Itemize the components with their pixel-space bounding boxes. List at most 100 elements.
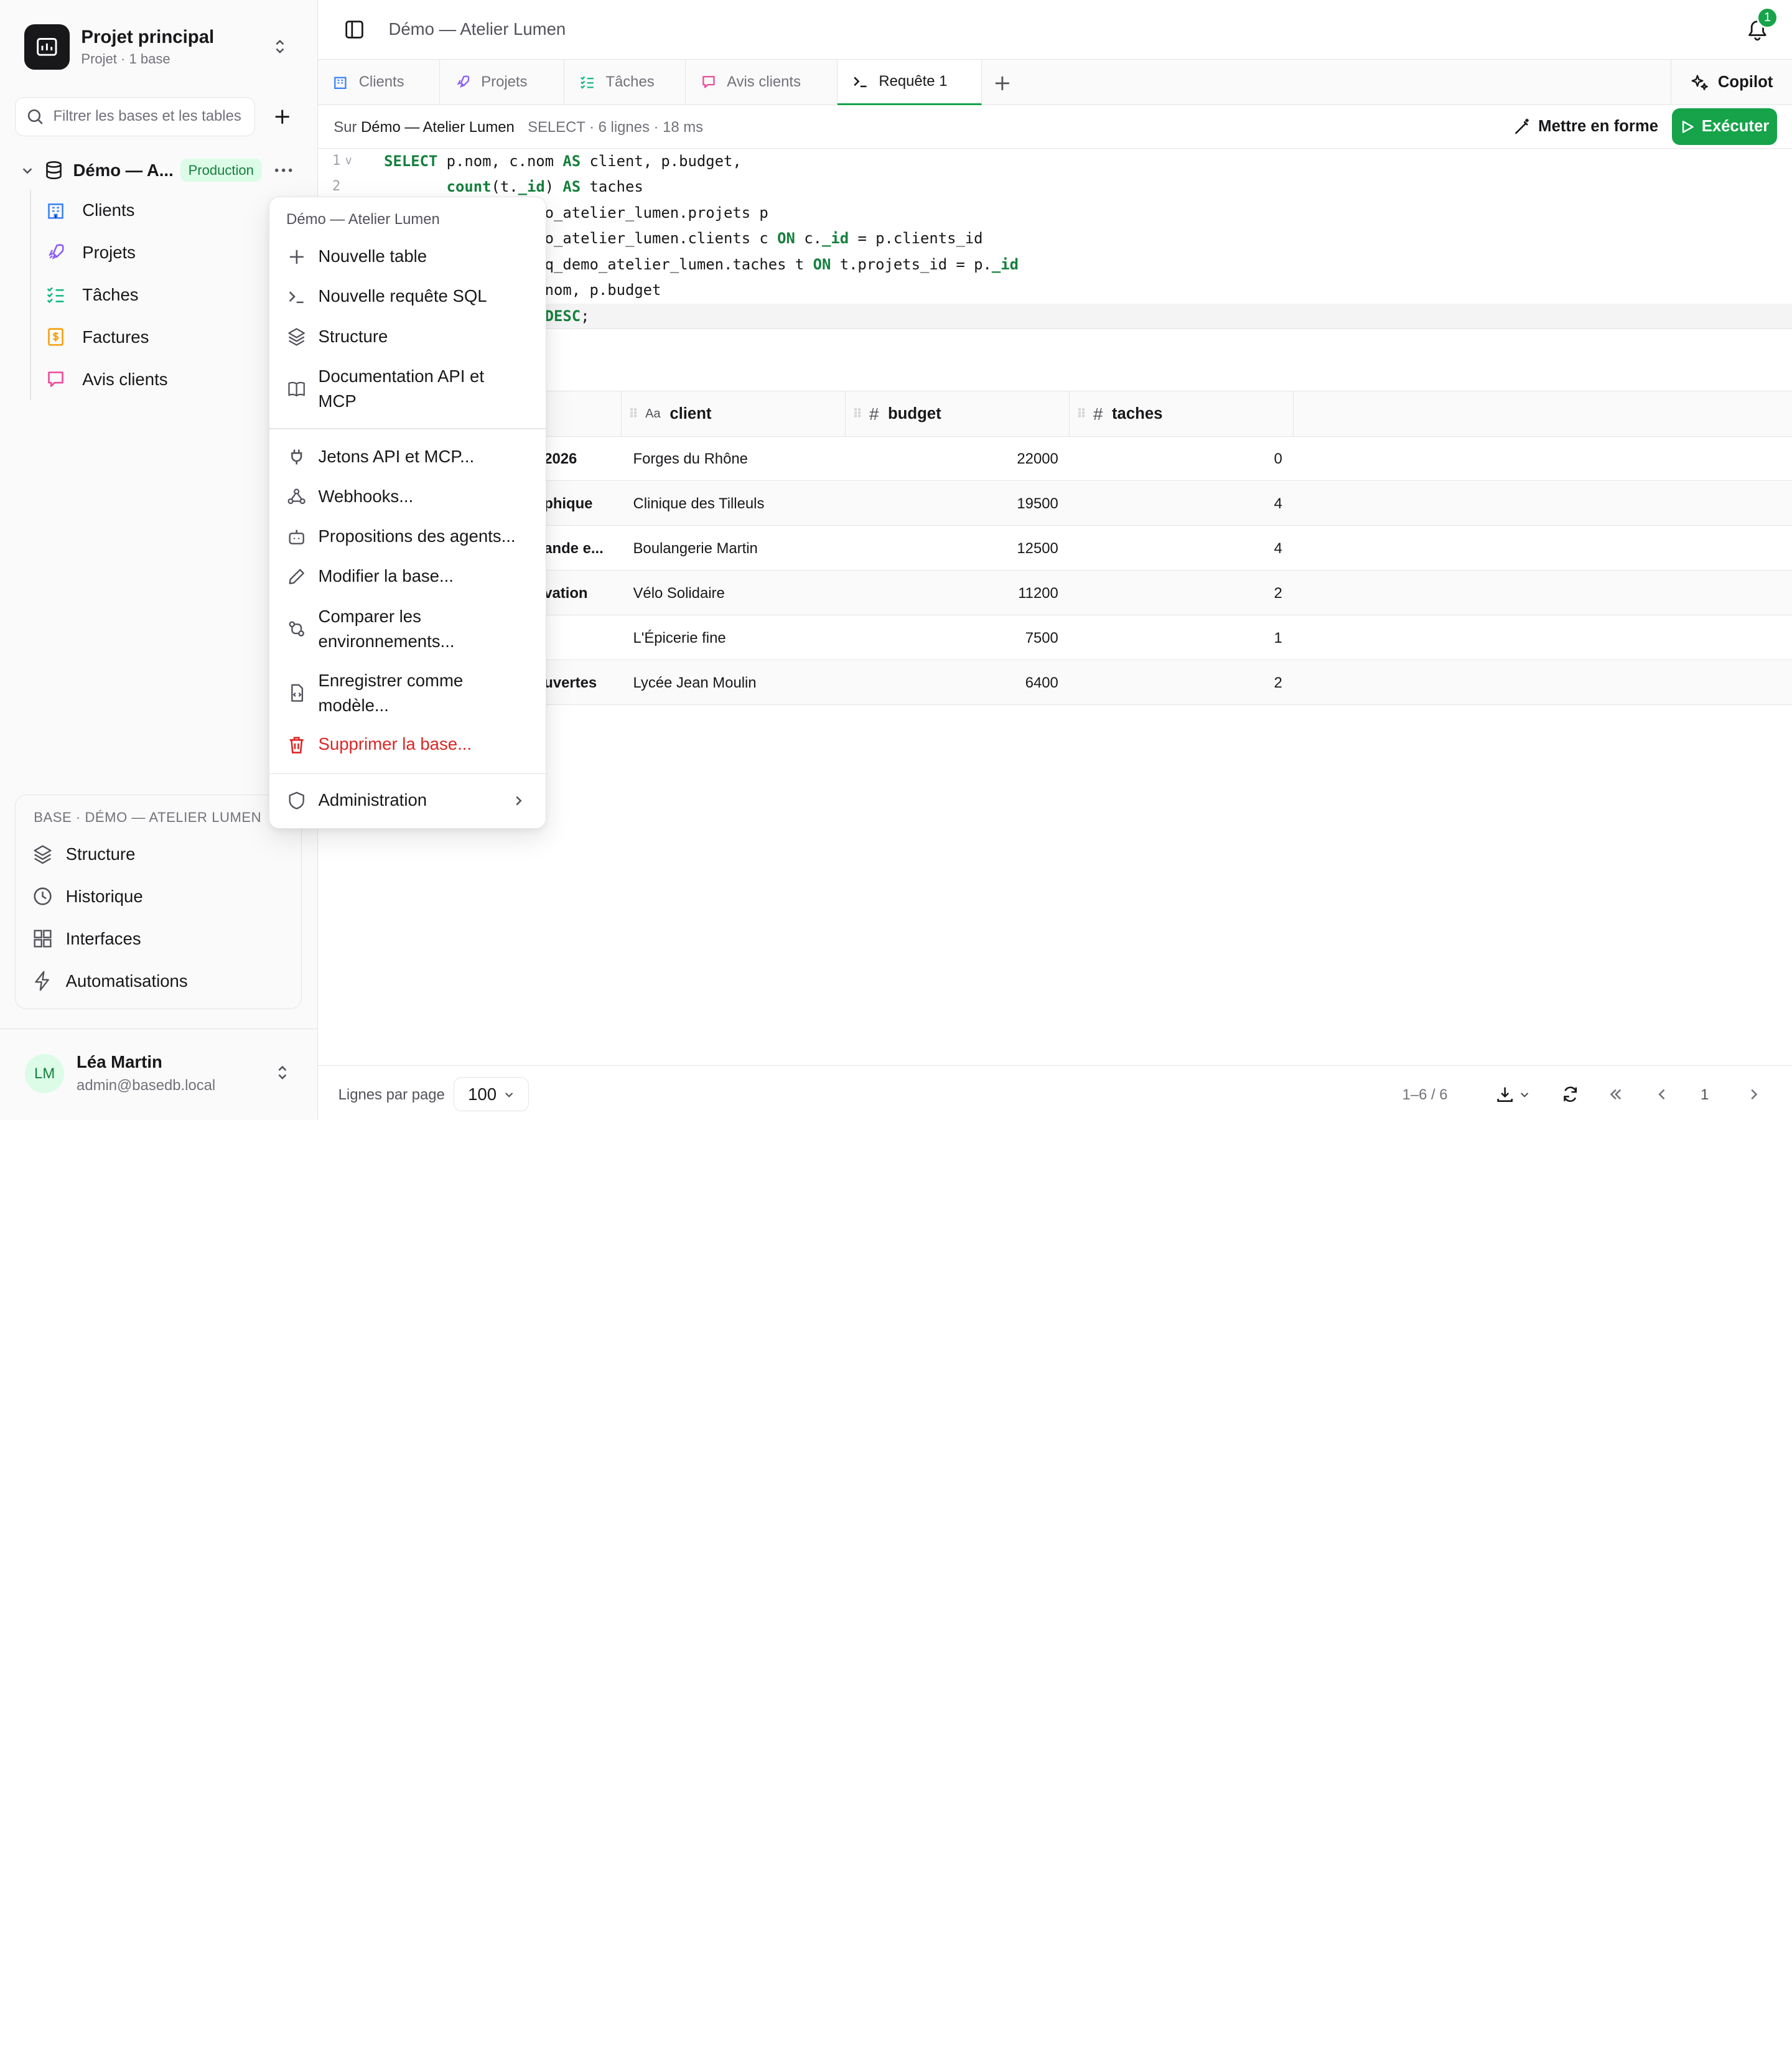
download-icon bbox=[1497, 1087, 1513, 1103]
sidebar-item-factures[interactable]: Factures bbox=[44, 319, 261, 355]
menu-item-label: Supprimer la base... bbox=[318, 734, 472, 754]
plus-icon bbox=[995, 77, 1009, 91]
cell-taches[interactable]: 2 bbox=[1070, 661, 1282, 706]
chevron-down-icon bbox=[503, 1089, 515, 1100]
plus-icon bbox=[275, 110, 289, 124]
menu-item-jetons[interactable]: Jetons API et MCP... bbox=[285, 444, 536, 469]
cell-client[interactable]: Forges du Rhône bbox=[633, 437, 839, 482]
menu-item-documentation[interactable]: Documentation API et MCP bbox=[285, 364, 536, 414]
column-header-budget[interactable]: ⠿ # budget bbox=[846, 391, 1070, 437]
base-item-structure[interactable]: Structure bbox=[32, 836, 135, 873]
column-header-client[interactable]: ⠿ Aa client bbox=[622, 391, 846, 437]
refresh-button[interactable] bbox=[1557, 1081, 1584, 1108]
message-icon bbox=[699, 74, 717, 90]
chevron-down-icon bbox=[1521, 1092, 1529, 1098]
building-icon bbox=[332, 74, 350, 90]
menu-item-structure[interactable]: Structure bbox=[285, 324, 536, 349]
sidebar-item-label: Projets bbox=[82, 242, 136, 262]
sidebar-item-avis-clients[interactable]: Avis clients bbox=[44, 361, 261, 398]
menu-item-nouvelle-requete[interactable]: Nouvelle requête SQL bbox=[285, 284, 536, 309]
cell-taches[interactable]: 4 bbox=[1070, 482, 1282, 526]
chevron-down-icon[interactable] bbox=[16, 164, 39, 177]
add-database-button[interactable] bbox=[268, 101, 297, 131]
cell-client[interactable]: L'Épicerie fine bbox=[633, 616, 839, 661]
base-item-historique[interactable]: Historique bbox=[32, 879, 143, 915]
toggle-sidebar-button[interactable] bbox=[340, 16, 368, 44]
drag-handle-icon[interactable]: ⠿ bbox=[628, 406, 638, 422]
building-icon bbox=[44, 200, 68, 220]
cell-client[interactable]: Lycée Jean Moulin bbox=[633, 661, 839, 706]
base-item-automatisations[interactable]: Automatisations bbox=[32, 963, 188, 999]
magic-wand-icon bbox=[1513, 118, 1531, 136]
tab-clients[interactable]: Clients bbox=[318, 59, 441, 105]
menu-item-modifier[interactable]: Modifier la base... bbox=[285, 564, 536, 589]
tab-label: Avis clients bbox=[727, 73, 801, 91]
tab-label: Requête 1 bbox=[879, 72, 948, 90]
cell-client[interactable]: Clinique des Tilleuls bbox=[633, 482, 839, 526]
menu-item-nouvelle-table[interactable]: Nouvelle table bbox=[285, 244, 536, 269]
cell-budget[interactable]: 6400 bbox=[846, 661, 1058, 706]
rows-per-page-value: 100 bbox=[468, 1084, 497, 1104]
rows-per-page-select[interactable]: 100 bbox=[454, 1077, 530, 1112]
cell-taches[interactable]: 4 bbox=[1070, 526, 1282, 571]
menu-item-label: Documentation API et MCP bbox=[318, 366, 484, 411]
menu-item-supprimer[interactable]: Supprimer la base... bbox=[285, 732, 536, 757]
breadcrumb: Démo — Atelier Lumen bbox=[388, 19, 566, 39]
next-page-button[interactable] bbox=[1740, 1081, 1768, 1108]
cell-nom[interactable] bbox=[544, 616, 617, 661]
cell-budget[interactable]: 7500 bbox=[846, 616, 1058, 661]
run-query-button[interactable]: Exécuter bbox=[1672, 108, 1778, 146]
menu-item-webhooks[interactable]: Webhooks... bbox=[285, 484, 536, 509]
project-switcher[interactable]: Projet principal Projet · 1 base bbox=[15, 14, 303, 80]
cell-nom[interactable]: uvertes bbox=[544, 661, 617, 706]
cell-nom[interactable]: ande e... bbox=[544, 526, 617, 571]
export-button[interactable] bbox=[1493, 1081, 1534, 1108]
cell-taches[interactable]: 0 bbox=[1070, 437, 1282, 482]
cell-nom[interactable]: vation bbox=[544, 571, 617, 616]
cell-nom[interactable]: 2026 bbox=[544, 437, 617, 482]
current-page: 1 bbox=[1701, 1086, 1709, 1103]
base-item-interfaces[interactable]: Interfaces bbox=[32, 921, 141, 958]
column-header-taches[interactable]: ⠿ # taches bbox=[1070, 391, 1294, 437]
menu-item-label: Nouvelle table bbox=[318, 246, 427, 266]
menu-item-administration[interactable]: Administration bbox=[285, 788, 536, 813]
database-row[interactable]: Démo — A... Production bbox=[16, 153, 302, 187]
more-options-button[interactable] bbox=[271, 157, 296, 182]
cell-budget[interactable]: 19500 bbox=[846, 482, 1058, 526]
pagination-range: 1–6 / 6 bbox=[1402, 1086, 1448, 1103]
user-menu[interactable]: LM Léa Martin admin@basedb.local bbox=[0, 1028, 318, 1120]
sidebar-item-clients[interactable]: Clients bbox=[44, 192, 261, 229]
menu-item-propositions[interactable]: Propositions des agents... bbox=[285, 524, 536, 549]
cell-client[interactable]: Boulangerie Martin bbox=[633, 526, 839, 571]
cell-budget[interactable]: 11200 bbox=[846, 571, 1058, 616]
cell-budget[interactable]: 12500 bbox=[846, 526, 1058, 571]
drag-handle-icon[interactable]: ⠿ bbox=[852, 406, 862, 422]
code-line[interactable]: 1 v SELECT p.nom, c.nom AS client, p.budge… bbox=[318, 149, 1792, 174]
sidebar-item-projets[interactable]: Projets bbox=[44, 235, 261, 271]
tab-bar: Clients Projets Tâches Avis clients Requ… bbox=[317, 59, 1792, 105]
chevron-updown-icon bbox=[266, 33, 294, 60]
menu-item-comparer[interactable]: Comparer les environnements... bbox=[285, 604, 536, 655]
tab-taches[interactable]: Tâches bbox=[564, 59, 686, 105]
tab-projets[interactable]: Projets bbox=[440, 59, 565, 105]
cell-budget[interactable]: 22000 bbox=[846, 437, 1058, 482]
tab-avis-clients[interactable]: Avis clients bbox=[686, 59, 838, 105]
sidebar-item-taches[interactable]: Tâches bbox=[44, 276, 261, 313]
code-line[interactable]: 2 count(t._id) AS taches bbox=[318, 174, 1792, 199]
menu-item-enregistrer[interactable]: Enregistrer comme modèle... bbox=[285, 668, 536, 719]
tab-requete-1[interactable]: Requête 1 bbox=[838, 59, 982, 105]
cell-taches[interactable]: 1 bbox=[1070, 616, 1282, 661]
first-page-button[interactable] bbox=[1602, 1081, 1630, 1108]
new-tab-button[interactable] bbox=[990, 71, 1015, 96]
topbar: Démo — Atelier Lumen 1 bbox=[317, 0, 1792, 60]
filter-input[interactable] bbox=[53, 108, 248, 126]
format-button[interactable]: Mettre en forme bbox=[1513, 110, 1658, 144]
drag-handle-icon[interactable]: ⠿ bbox=[1076, 406, 1086, 422]
cell-taches[interactable]: 2 bbox=[1070, 571, 1282, 616]
fold-toggle-icon[interactable]: v bbox=[345, 149, 352, 174]
project-title: Projet principal bbox=[81, 26, 215, 47]
copilot-button[interactable]: Copilot bbox=[1671, 59, 1792, 105]
previous-page-button[interactable] bbox=[1648, 1081, 1676, 1108]
cell-nom[interactable]: phique bbox=[544, 482, 617, 526]
cell-client[interactable]: Vélo Solidaire bbox=[633, 571, 839, 616]
